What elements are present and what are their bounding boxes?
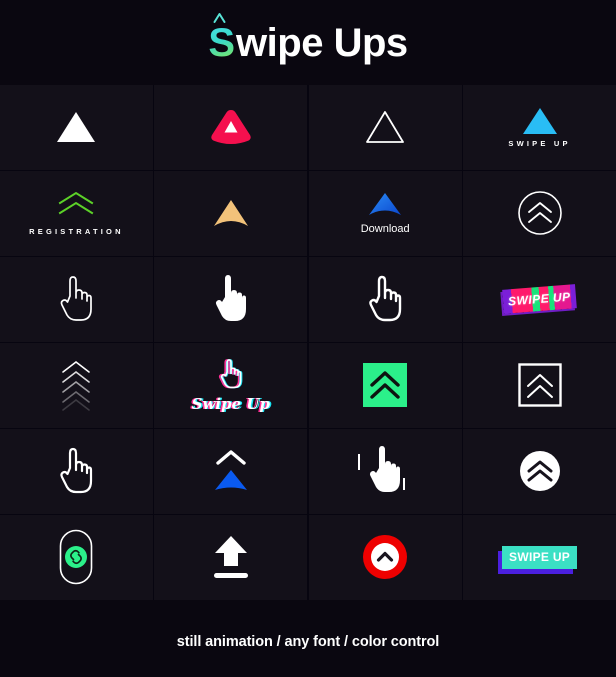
- logo-initial: S: [208, 20, 236, 65]
- preset-cell-upload-arrow[interactable]: [154, 515, 308, 600]
- chevron-arrowhead-icon: [369, 193, 402, 216]
- preset-cell-outline-hand-a[interactable]: [0, 257, 153, 342]
- caret-up-icon: [213, 12, 226, 23]
- outline-pointing-hand-icon: [60, 448, 93, 494]
- double-chevron-up-icon: [59, 191, 94, 215]
- chevron-arrowhead-icon: [213, 200, 248, 227]
- upload-arrow-bar-icon: [213, 536, 248, 579]
- square-outline-double-chevron-icon: [517, 363, 562, 407]
- preset-cell-rounded-triangle-badge[interactable]: [154, 85, 308, 170]
- preset-cell-hand-with-ticks[interactable]: [308, 429, 462, 514]
- cell-label: SWIPE UP: [507, 289, 572, 309]
- square-double-chevron-icon: [363, 363, 408, 408]
- preset-cell-outline-triangle[interactable]: [308, 85, 462, 170]
- app-logo: S wipe Ups: [208, 12, 408, 65]
- preset-cell-link-pill[interactable]: [0, 515, 153, 600]
- preset-cell-sand-arrowhead[interactable]: [154, 171, 308, 256]
- preset-cell-registration[interactable]: REGISTRATION: [0, 171, 153, 256]
- preset-cell-outline-hand-b[interactable]: [308, 257, 462, 342]
- preset-cell-solid-hand-a[interactable]: [154, 257, 308, 342]
- page-header: S wipe Ups: [0, 0, 616, 85]
- preset-cell-blue-triangle-swipe-up[interactable]: SWIPE UP: [463, 85, 616, 170]
- solid-pointing-hand-icon: [358, 446, 406, 493]
- preset-grid: SWIPE UP REGISTRATION Download SWIPE UP …: [0, 85, 616, 600]
- circle-double-chevron-icon: [517, 191, 562, 236]
- outline-pointing-hand-icon: [220, 358, 242, 388]
- solid-pointing-hand-icon: [215, 275, 246, 322]
- cell-label: Download: [360, 223, 410, 236]
- solid-triangle-icon: [57, 112, 96, 143]
- preset-cell-green-square-chevron[interactable]: [308, 343, 462, 428]
- preset-cell-glitch-banner[interactable]: SWIPE UP: [463, 257, 616, 342]
- cell-label: Swipe Up: [191, 394, 270, 413]
- outline-pointing-hand-icon: [61, 276, 93, 322]
- cell-label: SWIPE UP: [509, 549, 571, 564]
- preset-cell-outline-square-chevron[interactable]: [463, 343, 616, 428]
- footer-caption: still animation / any font / color contr…: [176, 633, 440, 650]
- preset-cell-script-swipe-up[interactable]: Swipe Up: [154, 343, 308, 428]
- chevron-over-fan-icon: [214, 450, 247, 491]
- outline-pointing-hand-icon: [369, 276, 402, 322]
- page-footer: still animation / any font / color contr…: [0, 599, 616, 677]
- preset-cell-outline-hand-c[interactable]: [0, 429, 153, 514]
- preset-cell-circle-double-chevron[interactable]: [463, 171, 616, 256]
- preset-cell-download[interactable]: Download: [308, 171, 462, 256]
- preset-cell-chevron-over-fan[interactable]: [154, 429, 308, 514]
- preset-cell-red-circle-chevron[interactable]: [308, 515, 462, 600]
- white-circle-double-chevron-icon: [519, 451, 560, 492]
- cell-label: SWIPE UP: [508, 138, 571, 148]
- rounded-triangle-badge-icon: [211, 110, 251, 145]
- teal-banner-icon: SWIPE UP: [502, 545, 578, 569]
- preset-cell-teal-banner[interactable]: SWIPE UP: [463, 515, 616, 600]
- preset-cell-solid-triangle[interactable]: [0, 85, 153, 170]
- preset-cell-stacked-chevrons[interactable]: [0, 343, 153, 428]
- swipe-ups-preview-page: S wipe Ups SWIPE UP REGISTRATION Downloa…: [0, 0, 616, 677]
- logo-text: wipe Ups: [236, 20, 408, 65]
- stacked-chevrons-icon: [62, 361, 91, 412]
- cell-label: REGISTRATION: [29, 226, 124, 236]
- outline-triangle-icon: [366, 111, 405, 144]
- preset-cell-white-circle-chevron[interactable]: [463, 429, 616, 514]
- red-circle-chevron-icon: [363, 535, 408, 580]
- solid-triangle-icon: [522, 107, 557, 134]
- link-pill-icon: [60, 529, 93, 585]
- glitch-banner-icon: SWIPE UP: [502, 284, 577, 315]
